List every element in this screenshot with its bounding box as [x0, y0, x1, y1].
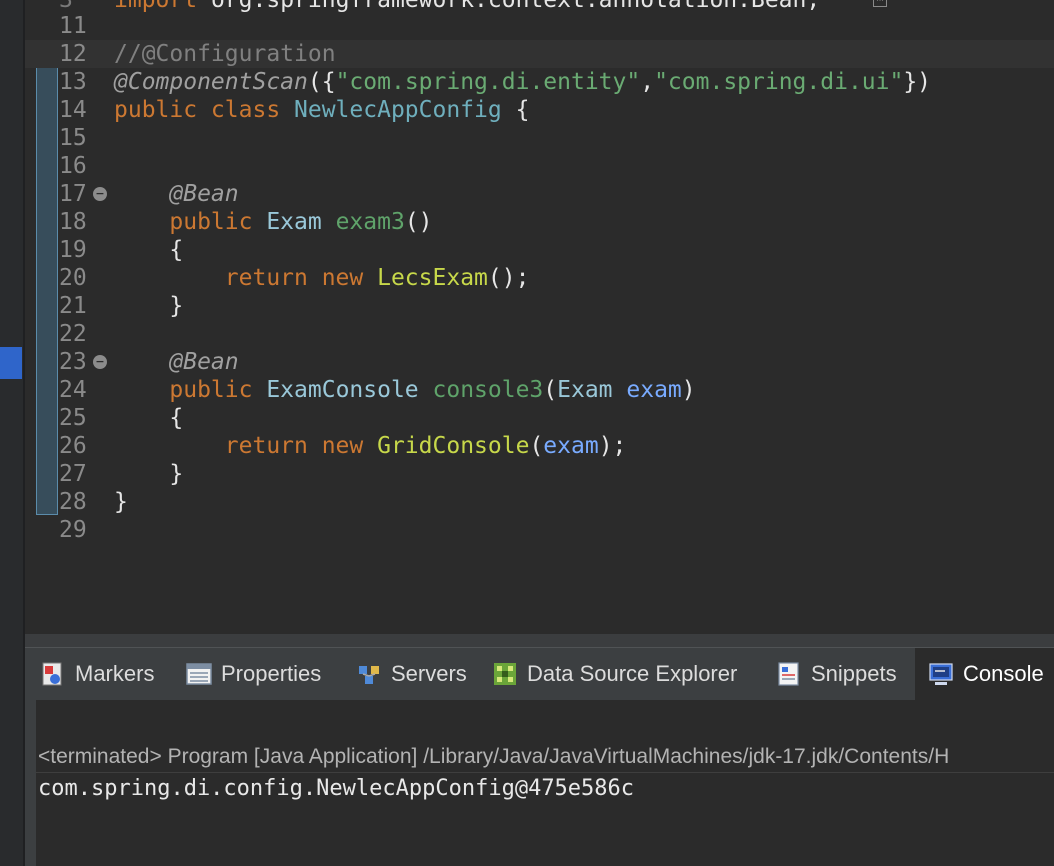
panel-splitter[interactable] — [25, 634, 1054, 648]
snippets-icon — [775, 660, 803, 688]
servers-icon — [355, 660, 383, 688]
tab-markers[interactable]: Markers — [39, 648, 154, 700]
tab-label: Servers — [391, 661, 467, 686]
code-line[interactable]: 23− @Bean — [25, 348, 1054, 376]
line-number: 16 — [59, 153, 87, 179]
line-number: 22 — [59, 321, 87, 347]
code-line[interactable]: 25 { — [25, 404, 1054, 432]
code-line[interactable]: 17− @Bean — [25, 180, 1054, 208]
code-line[interactable]: 13 @ComponentScan({"com.spring.di.entity"… — [25, 68, 1054, 96]
data-source-explorer-icon — [491, 660, 519, 688]
folded-imports-icon[interactable]: … — [873, 0, 887, 7]
tab-label: Console — [963, 661, 1044, 686]
code-line[interactable]: 22 — [25, 320, 1054, 348]
line-number: 19 — [59, 237, 87, 263]
code-text: return new GridConsole(exam); — [224, 433, 627, 459]
code-text: { — [114, 405, 184, 431]
code-line[interactable]: 15 — [25, 124, 1054, 152]
line-number: 15 — [59, 125, 87, 151]
tab-label: Data Source Explorer — [527, 661, 738, 686]
tab-servers[interactable]: Servers — [355, 648, 467, 700]
markers-icon — [39, 660, 67, 688]
code-text: public ExamConsole console3(Exam exam) — [169, 377, 696, 403]
tab-properties[interactable]: Properties — [185, 648, 321, 700]
code-line[interactable]: 18 public Exam exam3() — [25, 208, 1054, 236]
console-status-line: <terminated> Program [Java Application] … — [38, 745, 950, 768]
console-output[interactable]: com.spring.di.config.NewlecAppConfig@475… — [38, 774, 634, 804]
console-icon — [927, 660, 955, 688]
tab-label: Snippets — [811, 661, 897, 686]
line-number: 28 — [59, 489, 87, 515]
tab-label: Properties — [221, 661, 322, 686]
tab-label: Markers — [75, 661, 155, 686]
console-divider — [36, 772, 1054, 773]
bottom-panel-tabbar: Markers Properties Servers Data Source E… — [25, 648, 1054, 700]
code-line[interactable]: 19 { — [25, 236, 1054, 264]
line-number: 14 — [59, 97, 87, 123]
code-text: @Bean — [169, 349, 239, 375]
code-text: return new LecsExam(); — [224, 265, 530, 291]
code-line[interactable]: 14 public class NewlecAppConfig { — [25, 96, 1054, 124]
code-line[interactable]: 16 — [25, 152, 1054, 180]
line-number: 20 — [59, 265, 87, 291]
code-text: } — [114, 293, 184, 319]
line-number: 26 — [59, 433, 87, 459]
line-number: 29 — [59, 517, 87, 543]
properties-icon — [185, 660, 213, 688]
line-number: 27 — [59, 461, 87, 487]
line-number: 12 — [59, 41, 87, 67]
code-text: } — [114, 489, 128, 515]
code-text: @Bean — [169, 181, 239, 207]
code-line[interactable]: 29 — [25, 516, 1054, 544]
code-line[interactable]: 26 return new GridConsole(exam); — [25, 432, 1054, 460]
console-left-border — [25, 700, 36, 866]
code-text: public Exam exam3() — [169, 209, 433, 235]
code-text: public class NewlecAppConfig { — [114, 97, 530, 123]
line-number: 13 — [59, 69, 87, 95]
code-line[interactable]: 21 } — [25, 292, 1054, 320]
tab-snippets[interactable]: Snippets — [775, 648, 897, 700]
code-text: } — [114, 461, 184, 487]
tab-console[interactable]: Console — [915, 648, 1054, 700]
line-number: 24 — [59, 377, 87, 403]
line-number: 18 — [59, 209, 87, 235]
code-line[interactable]: 28} — [25, 488, 1054, 516]
left-selection-marker — [0, 347, 22, 379]
code-line[interactable]: 27 } — [25, 460, 1054, 488]
tab-data-source-explorer[interactable]: Data Source Explorer — [491, 648, 737, 700]
code-text: //@Configuration — [114, 41, 336, 67]
left-side-strip — [0, 0, 23, 866]
code-text: { — [114, 237, 184, 263]
code-editor[interactable]: ! 3 import org.springframework.context.a… — [25, 0, 1054, 634]
line-number: 11 — [59, 13, 87, 39]
line-number: 25 — [59, 405, 87, 431]
code-line[interactable]: 11 — [25, 12, 1054, 40]
console-view[interactable]: <terminated> Program [Java Application] … — [36, 700, 1054, 866]
code-line[interactable]: 12 //@Configuration — [25, 40, 1054, 68]
code-line[interactable]: 20 return new LecsExam(); — [25, 264, 1054, 292]
line-number: 21 — [59, 293, 87, 319]
collapse-icon[interactable]: − — [93, 355, 107, 369]
code-text: @ComponentScan({"com.spring.di.entity","… — [114, 69, 932, 95]
code-line[interactable]: 24 public ExamConsole console3(Exam exam… — [25, 376, 1054, 404]
collapse-icon[interactable]: − — [93, 187, 107, 201]
